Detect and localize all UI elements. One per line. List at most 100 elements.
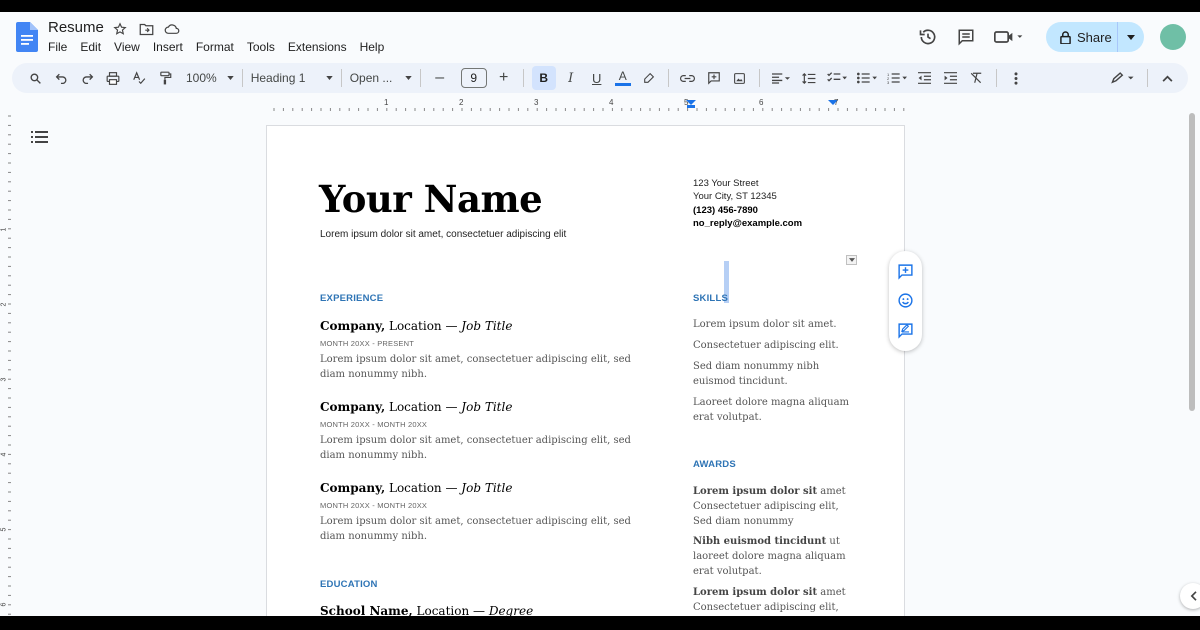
highlight-icon[interactable] bbox=[638, 66, 660, 90]
document-outline-icon[interactable] bbox=[31, 130, 49, 144]
cloud-status-icon[interactable] bbox=[164, 21, 180, 37]
vertical-scrollbar[interactable] bbox=[1189, 113, 1195, 411]
style-value: Heading 1 bbox=[250, 71, 306, 85]
award-item[interactable]: Lorem ipsum dolor sit amet Consectetuer … bbox=[693, 484, 853, 529]
add-comment-icon[interactable] bbox=[897, 263, 915, 281]
resume-name[interactable]: Your Name bbox=[319, 177, 543, 221]
edit-mode-icon[interactable] bbox=[1107, 66, 1139, 90]
job-description: Lorem ipsum dolor sit amet, consectetuer… bbox=[320, 516, 631, 542]
link-icon[interactable] bbox=[677, 66, 699, 90]
ruler-number: 5 bbox=[0, 527, 8, 532]
emoji-reaction-icon[interactable] bbox=[897, 292, 915, 310]
ruler-number: 5 bbox=[684, 98, 689, 107]
job-company: Company, bbox=[320, 319, 386, 333]
menu-view[interactable]: View bbox=[114, 40, 140, 54]
share-main[interactable]: Share bbox=[1046, 22, 1118, 52]
increase-indent-icon[interactable] bbox=[940, 66, 962, 90]
chevron-left-icon bbox=[1190, 591, 1197, 601]
job-company: Company, bbox=[320, 400, 386, 414]
horizontal-ruler[interactable]: 1 2 3 4 5 6 7 bbox=[266, 98, 906, 112]
align-icon[interactable] bbox=[768, 66, 794, 90]
job-location: Location — bbox=[385, 319, 462, 333]
star-icon[interactable] bbox=[112, 21, 128, 37]
lock-icon bbox=[1060, 30, 1071, 44]
comment-icon[interactable] bbox=[703, 66, 725, 90]
address-block[interactable]: 123 Your Street Your City, ST 12345 (123… bbox=[693, 177, 802, 231]
award-item[interactable]: Lorem ipsum dolor sit amet Consectetuer … bbox=[693, 585, 853, 615]
vertical-ruler[interactable]: 1 2 3 4 5 6 bbox=[0, 112, 12, 616]
collapse-toolbar-icon[interactable] bbox=[1156, 66, 1178, 90]
suggest-edits-icon[interactable] bbox=[897, 321, 915, 339]
education-heading[interactable]: EDUCATION bbox=[320, 579, 378, 590]
numbered-list-icon[interactable]: 123 bbox=[884, 66, 910, 90]
meet-icon[interactable] bbox=[992, 25, 1026, 49]
job-title: Job Title bbox=[461, 400, 513, 414]
share-button[interactable]: Share bbox=[1046, 22, 1144, 52]
undo-icon[interactable] bbox=[50, 66, 72, 90]
spellcheck-icon[interactable] bbox=[128, 66, 150, 90]
menu-insert[interactable]: Insert bbox=[153, 40, 183, 54]
menu-extensions[interactable]: Extensions bbox=[288, 40, 347, 54]
job-entry[interactable]: Company, Location — Job Title MONTH 20XX… bbox=[320, 400, 650, 463]
bold-icon[interactable]: B bbox=[531, 66, 556, 90]
checklist-icon[interactable] bbox=[824, 66, 850, 90]
side-panel-toggle-button[interactable] bbox=[1180, 583, 1200, 609]
share-dropdown-icon[interactable] bbox=[1118, 34, 1144, 40]
menu-tools[interactable]: Tools bbox=[247, 40, 275, 54]
skills-heading[interactable]: SKILLS bbox=[693, 293, 728, 304]
ruler-number: 4 bbox=[609, 98, 614, 107]
divider bbox=[1147, 69, 1148, 87]
award-bold: Lorem ipsum dolor sit bbox=[693, 486, 818, 497]
divider bbox=[758, 69, 760, 87]
document-title[interactable]: Resume bbox=[48, 19, 104, 36]
zoom-value: 100% bbox=[186, 71, 217, 85]
divider bbox=[995, 69, 997, 87]
redo-icon[interactable] bbox=[76, 66, 98, 90]
font-size-input[interactable]: 9 bbox=[460, 68, 487, 88]
image-icon[interactable] bbox=[729, 66, 751, 90]
italic-icon[interactable]: I bbox=[560, 66, 582, 90]
clear-format-icon[interactable] bbox=[966, 66, 988, 90]
zoom-select[interactable]: 100% bbox=[186, 66, 234, 90]
search-icon[interactable] bbox=[24, 66, 46, 90]
document-page[interactable]: Your Name Lorem ipsum dolor sit amet, co… bbox=[266, 125, 905, 618]
comments-icon[interactable] bbox=[954, 25, 978, 49]
skill-item[interactable]: Sed diam nonummy nibh euismod tincidunt. bbox=[693, 359, 853, 389]
award-item[interactable]: Nibh euismod tincidunt ut laoreet dolore… bbox=[693, 534, 853, 579]
skill-item[interactable]: Laoreet dolore magna aliquam erat volutp… bbox=[693, 395, 853, 425]
ruler-number: 3 bbox=[534, 98, 539, 107]
chip-dropdown-icon[interactable] bbox=[846, 255, 857, 265]
decrease-indent-icon[interactable] bbox=[914, 66, 936, 90]
awards-heading[interactable]: AWARDS bbox=[693, 459, 736, 470]
underline-icon[interactable]: U bbox=[586, 66, 608, 90]
more-icon[interactable] bbox=[1005, 66, 1027, 90]
version-history-icon[interactable] bbox=[916, 25, 940, 49]
menu-help[interactable]: Help bbox=[360, 40, 385, 54]
job-entry[interactable]: Company, Location — Job Title MONTH 20XX… bbox=[320, 319, 650, 382]
font-select[interactable]: Open ... bbox=[350, 66, 412, 90]
docs-logo-icon[interactable] bbox=[16, 22, 38, 52]
decrease-font-size-icon[interactable]: – bbox=[429, 66, 451, 90]
award-bold: Nibh euismod tincidunt bbox=[693, 536, 827, 547]
menu-format[interactable]: Format bbox=[196, 40, 234, 54]
divider bbox=[522, 69, 524, 87]
job-entry[interactable]: Company, Location — Job Title MONTH 20XX… bbox=[320, 481, 650, 544]
style-select[interactable]: Heading 1 bbox=[251, 66, 333, 90]
ruler-number: 2 bbox=[459, 98, 464, 107]
menu-file[interactable]: File bbox=[48, 40, 67, 54]
increase-font-size-icon[interactable]: + bbox=[493, 66, 515, 90]
resume-tagline[interactable]: Lorem ipsum dolor sit amet, consectetuer… bbox=[320, 229, 566, 240]
skill-item[interactable]: Lorem ipsum dolor sit amet. bbox=[693, 317, 853, 332]
divider bbox=[241, 69, 243, 87]
menu-edit[interactable]: Edit bbox=[80, 40, 101, 54]
bullet-list-icon[interactable] bbox=[854, 66, 880, 90]
experience-heading[interactable]: EXPERIENCE bbox=[320, 293, 383, 304]
paint-format-icon[interactable] bbox=[154, 66, 176, 90]
line-spacing-icon[interactable] bbox=[798, 66, 820, 90]
text-color-icon[interactable]: A bbox=[612, 66, 634, 90]
avatar[interactable] bbox=[1160, 24, 1186, 50]
skill-item[interactable]: Consectetuer adipiscing elit. bbox=[693, 338, 853, 353]
move-folder-icon[interactable] bbox=[138, 21, 154, 37]
job-dates: MONTH 20XX - MONTH 20XX bbox=[320, 420, 428, 429]
print-icon[interactable] bbox=[102, 66, 124, 90]
